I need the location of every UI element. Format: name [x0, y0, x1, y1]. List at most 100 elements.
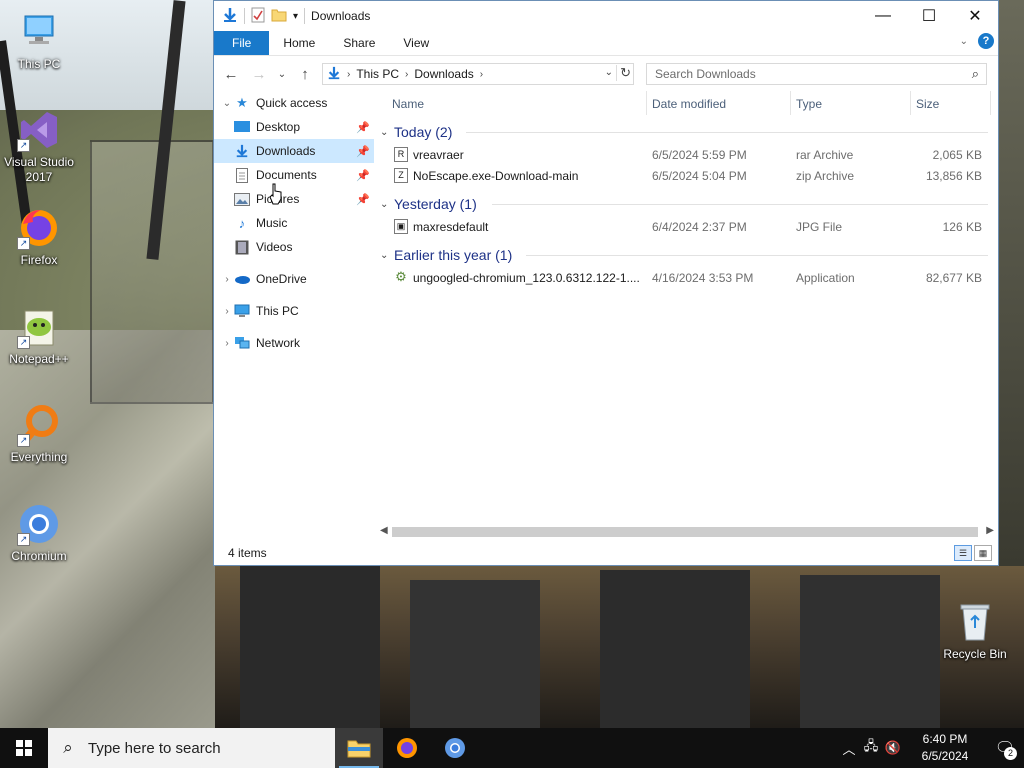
nav-label: Music: [256, 216, 288, 230]
desktop-icon-visual-studio[interactable]: ↗ Visual Studio 2017: [1, 108, 77, 185]
file-row[interactable]: ⚙ ungoogled-chromium_123.0.6312.122-1...…: [376, 268, 998, 289]
recent-locations-button[interactable]: ⌄: [276, 63, 288, 85]
group-header-yesterday[interactable]: ⌄ Yesterday (1): [376, 191, 998, 217]
desktop-icon-everything[interactable]: ↗ Everything: [1, 403, 77, 465]
group-label: Yesterday (1): [394, 196, 477, 212]
clock[interactable]: 6:40 PM 6/5/2024: [910, 731, 980, 765]
file-row[interactable]: ▣ maxresdefault 6/4/2024 2:37 PM JPG Fil…: [376, 217, 998, 238]
file-type: rar Archive: [796, 148, 854, 162]
desktop-icon-chromium[interactable]: ↗ Chromium: [1, 502, 77, 564]
network-status-icon[interactable]: 🖧: [860, 737, 882, 759]
zip-file-icon: Z: [394, 168, 408, 183]
scrollbar-thumb[interactable]: [392, 527, 978, 537]
show-hidden-icons-icon[interactable]: ︿: [838, 739, 860, 758]
expand-ribbon-icon[interactable]: ⌄: [960, 36, 968, 47]
search-placeholder[interactable]: Search Downloads: [655, 67, 756, 81]
action-center-button[interactable]: 🗨 2: [986, 728, 1024, 768]
large-icons-view-icon[interactable]: ▦: [974, 545, 992, 561]
help-icon[interactable]: ?: [978, 33, 994, 49]
nav-item-pictures[interactable]: Pictures 📌: [214, 187, 374, 211]
wallpaper-figure: [800, 575, 940, 728]
desktop-icon-firefox[interactable]: ↗ Firefox: [1, 206, 77, 268]
maximize-button[interactable]: ☐: [906, 1, 952, 31]
group-header-today[interactable]: ⌄ Today (2): [376, 119, 998, 145]
group-header-earlier-this-year[interactable]: ⌄ Earlier this year (1): [376, 242, 998, 268]
tab-file[interactable]: File: [214, 31, 270, 55]
column-divider[interactable]: [990, 91, 991, 115]
horizontal-scrollbar[interactable]: ◀ ▶: [376, 523, 998, 540]
pictures-folder-icon: [234, 191, 250, 207]
nav-item-documents[interactable]: Documents 📌: [214, 163, 374, 187]
forward-button[interactable]: →: [248, 63, 270, 85]
documents-folder-icon: [234, 167, 250, 183]
group-collapse-icon[interactable]: ⌄: [380, 127, 394, 138]
refresh-icon[interactable]: ↻: [616, 65, 631, 81]
details-view-icon[interactable]: ☰: [954, 545, 972, 561]
expand-chevron-icon[interactable]: ›: [220, 338, 234, 349]
start-button[interactable]: [0, 728, 48, 768]
separator: [244, 8, 245, 24]
column-type[interactable]: Type: [796, 97, 822, 111]
group-collapse-icon[interactable]: ⌄: [380, 199, 394, 210]
column-divider[interactable]: [790, 91, 791, 115]
close-button[interactable]: ✕: [952, 1, 998, 31]
expand-chevron-icon[interactable]: ›: [220, 306, 234, 317]
taskbar-search-placeholder[interactable]: Type here to search: [88, 740, 221, 757]
breadcrumb-chevron-icon[interactable]: ›: [345, 69, 352, 80]
taskbar-firefox[interactable]: [383, 728, 431, 768]
tab-view[interactable]: View: [389, 31, 443, 55]
pin-icon[interactable]: 📌: [356, 193, 370, 206]
breadcrumb-chevron-icon[interactable]: ›: [478, 69, 485, 80]
column-name[interactable]: Name: [392, 97, 424, 111]
breadcrumb-chevron-icon[interactable]: ›: [403, 69, 410, 80]
taskbar-file-explorer[interactable]: [335, 728, 383, 768]
back-button[interactable]: ←: [220, 63, 242, 85]
desktop-icon-recycle-bin[interactable]: Recycle Bin: [937, 600, 1013, 662]
desktop-icon-this-pc[interactable]: This PC: [1, 10, 77, 72]
address-bar[interactable]: › This PC › Downloads › ⌄ ↻: [322, 63, 634, 85]
file-date: 6/4/2024 2:37 PM: [652, 220, 747, 234]
nav-this-pc[interactable]: › This PC: [214, 299, 374, 323]
nav-onedrive[interactable]: › OneDrive: [214, 267, 374, 291]
group-collapse-icon[interactable]: ⌄: [380, 250, 394, 261]
tab-share[interactable]: Share: [329, 31, 389, 55]
breadcrumb-this-pc[interactable]: This PC: [352, 67, 403, 81]
nav-item-videos[interactable]: Videos: [214, 235, 374, 259]
scroll-left-icon[interactable]: ◀: [380, 525, 388, 536]
breadcrumb-downloads[interactable]: Downloads: [410, 67, 477, 81]
minimize-button[interactable]: —: [860, 1, 906, 31]
nav-network[interactable]: › Network: [214, 331, 374, 355]
properties-icon[interactable]: [251, 7, 265, 26]
volume-muted-icon[interactable]: 🔇: [882, 740, 904, 756]
column-size[interactable]: Size: [916, 97, 939, 111]
desktop-icon-label: Firefox: [20, 253, 58, 267]
column-divider[interactable]: [910, 91, 911, 115]
taskbar-chromium[interactable]: [431, 728, 479, 768]
collapse-chevron-icon[interactable]: ⌄: [220, 98, 234, 109]
file-explorer-window: ▾ Downloads — ☐ ✕ File Home Share View ⌄…: [213, 0, 999, 566]
address-history-dropdown-icon[interactable]: ⌄: [605, 67, 613, 78]
tab-home[interactable]: Home: [269, 31, 329, 55]
new-folder-icon[interactable]: [271, 8, 287, 25]
column-divider[interactable]: [646, 91, 647, 115]
file-date: 4/16/2024 3:53 PM: [652, 271, 754, 285]
file-date: 6/5/2024 5:59 PM: [652, 148, 747, 162]
desktop-icon-notepadpp[interactable]: ↗ Notepad++: [1, 305, 77, 367]
nav-item-desktop[interactable]: Desktop 📌: [214, 115, 374, 139]
nav-quick-access[interactable]: ⌄ ★ Quick access: [214, 91, 374, 115]
column-date-modified[interactable]: Date modified: [652, 97, 726, 111]
search-box[interactable]: Search Downloads ⌕: [646, 63, 987, 85]
chromium-icon: [445, 738, 465, 758]
nav-item-downloads[interactable]: Downloads 📌: [214, 139, 374, 163]
scroll-right-icon[interactable]: ▶: [986, 525, 994, 536]
pin-icon[interactable]: 📌: [356, 145, 370, 158]
expand-chevron-icon[interactable]: ›: [220, 274, 234, 285]
customize-qat-icon[interactable]: ▾: [293, 11, 298, 22]
nav-item-music[interactable]: ♪ Music: [214, 211, 374, 235]
taskbar-search-box[interactable]: ⌕ Type here to search: [48, 728, 335, 768]
file-row[interactable]: Z NoEscape.exe-Download-main 6/5/2024 5:…: [376, 166, 998, 187]
pin-icon[interactable]: 📌: [356, 121, 370, 134]
file-row[interactable]: R vreavraer 6/5/2024 5:59 PM rar Archive…: [376, 145, 998, 166]
up-button[interactable]: ↑: [294, 63, 316, 85]
pin-icon[interactable]: 📌: [356, 169, 370, 182]
